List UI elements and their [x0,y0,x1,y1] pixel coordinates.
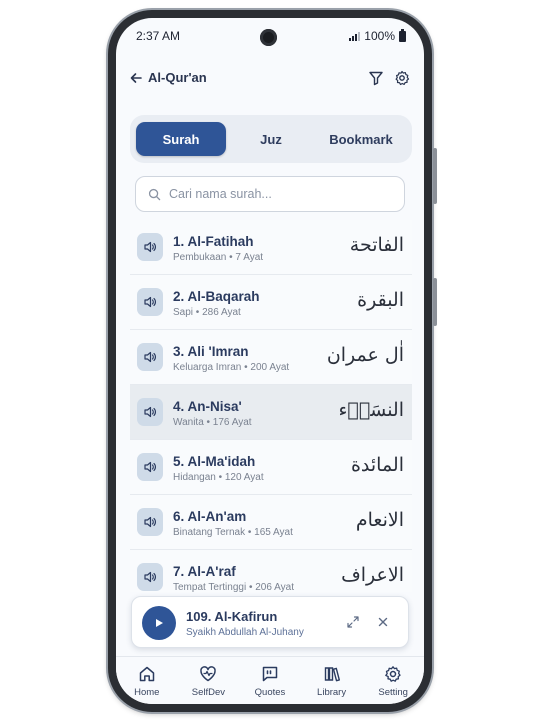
status-bar: 2:37 AM 100% [116,18,424,50]
close-icon[interactable] [376,615,390,629]
surah-name: 2. Al-Baqarah [173,289,260,304]
library-icon [324,667,340,682]
nav-label: SelfDev [191,687,226,698]
heart-pulse-icon [200,666,217,682]
tab-bookmark[interactable]: Bookmark [316,122,406,156]
play-audio-button[interactable] [137,343,163,371]
surah-arabic: البقرة [357,289,404,311]
surah-meta: Binatang Ternak • 165 Ayat [173,527,293,538]
search-box [135,176,405,212]
nav-quotes[interactable]: Quotes [239,657,301,704]
list-item[interactable]: 5. Al-Ma'idah Hidangan • 120 Ayat المائد… [130,440,412,495]
nav-label: Setting [378,687,408,698]
nav-label: Home [134,687,160,698]
bottom-nav: Home SelfDev Quotes Library Setting [116,656,424,704]
filter-icon[interactable] [368,70,384,86]
search-input[interactable] [169,187,389,201]
surah-name: 5. Al-Ma'idah [173,454,256,469]
surah-arabic: النسَاۤء [338,399,405,421]
surah-meta: Tempat Tertinggi • 206 Ayat [173,582,294,592]
tab-surah[interactable]: Surah [136,122,226,156]
nav-library[interactable]: Library [301,657,363,704]
search-icon [148,188,161,200]
surah-arabic: الاعراف [341,564,404,586]
nav-label: Quotes [254,687,286,698]
battery-icon [399,28,406,42]
page-title: Al-Qur'an [148,70,207,85]
nav-setting[interactable]: Setting [362,657,424,704]
signal-icon [349,31,361,41]
surah-arabic: اٰل عمران [326,344,404,366]
app-bar: Al-Qur'an [116,56,424,100]
speaker-icon [144,461,156,473]
list-item[interactable]: 6. Al-An'am Binatang Ternak • 165 Ayat ا… [130,495,412,550]
play-audio-button[interactable] [137,563,163,591]
list-item[interactable]: 2. Al-Baqarah Sapi • 286 Ayat البقرة [130,275,412,330]
quote-icon [262,666,278,682]
home-icon [139,666,155,682]
settings-icon[interactable] [394,70,410,86]
battery-percent: 100% [364,29,395,43]
player-reciter: Syaikh Abdullah Al-Juhany [186,627,304,638]
play-audio-button[interactable] [137,453,163,481]
surah-meta: Wanita • 176 Ayat [173,417,252,428]
speaker-icon [144,571,156,583]
nav-label: Library [317,687,347,698]
list-item[interactable]: 4. An-Nisa' Wanita • 176 Ayat النسَاۤء [130,385,412,440]
phone-frame: 2:37 AM 100% Al-Qur'an Surah Juz Bookmar… [108,10,437,712]
list-item[interactable]: 1. Al-Fatihah Pembukaan • 7 Ayat الفاتحة [130,220,412,275]
play-audio-button[interactable] [137,398,163,426]
play-button[interactable] [142,606,176,640]
tab-juz[interactable]: Juz [226,122,316,156]
play-icon [156,619,163,627]
play-audio-button[interactable] [137,288,163,316]
surah-arabic: الانعام [355,509,404,531]
back-arrow-icon[interactable] [128,70,144,86]
status-time: 2:37 AM [136,29,181,43]
surah-meta: Hidangan • 120 Ayat [173,472,264,483]
front-camera [260,29,277,46]
mini-player[interactable]: 109. Al-Kafirun Syaikh Abdullah Al-Juhan… [131,596,409,648]
speaker-icon [144,516,156,528]
player-title: 109. Al-Kafirun [186,609,278,624]
surah-name: 7. Al-A'raf [173,564,236,579]
surah-arabic: المائدة [350,454,404,476]
list-item[interactable]: 7. Al-A'raf Tempat Tertinggi • 206 Ayat … [130,550,412,592]
surah-meta: Keluarga Imran • 200 Ayat [173,362,290,373]
speaker-icon [144,351,156,363]
list-item[interactable]: 3. Ali 'Imran Keluarga Imran • 200 Ayat … [130,330,412,385]
gear-icon [385,666,401,682]
surah-arabic: الفاتحة [349,234,404,256]
surah-name: 1. Al-Fatihah [173,234,254,249]
surah-name: 6. Al-An'am [173,509,247,524]
play-audio-button[interactable] [137,233,163,261]
speaker-icon [144,296,156,308]
screen: 2:37 AM 100% Al-Qur'an Surah Juz Bookmar… [116,18,424,704]
status-right: 100% [349,28,406,43]
surah-name: 4. An-Nisa' [173,399,242,414]
nav-home[interactable]: Home [116,657,178,704]
power-button [433,278,437,326]
speaker-icon [144,241,156,253]
expand-icon[interactable] [346,615,360,629]
surah-list: 1. Al-Fatihah Pembukaan • 7 Ayat الفاتحة… [130,220,412,592]
surah-name: 3. Ali 'Imran [173,344,249,359]
surah-meta: Sapi • 286 Ayat [173,307,241,318]
volume-button [433,148,437,204]
speaker-icon [144,406,156,418]
play-audio-button[interactable] [137,508,163,536]
nav-selfdev[interactable]: SelfDev [178,657,240,704]
segment-tabs: Surah Juz Bookmark [130,115,412,163]
surah-meta: Pembukaan • 7 Ayat [173,252,264,263]
